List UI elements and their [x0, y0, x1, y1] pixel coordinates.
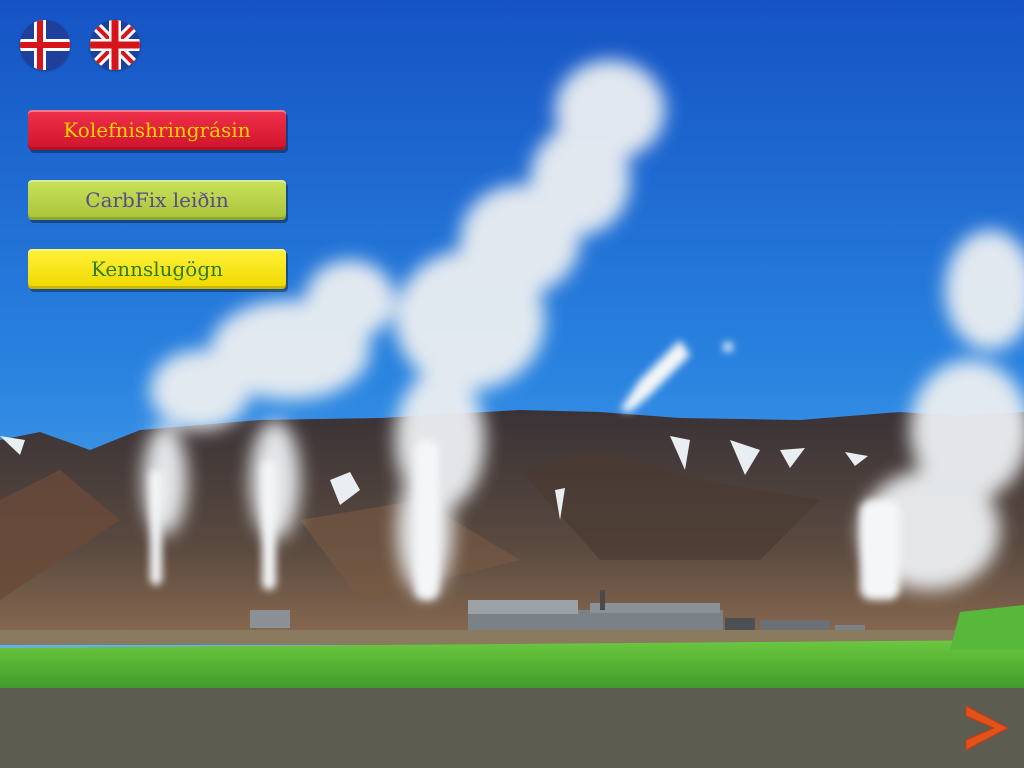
teaching-materials-label: Kennslugögn [90, 257, 224, 281]
chevron-right-icon[interactable] [962, 702, 1012, 754]
geothermal-landscape-image [0, 0, 1024, 690]
hero-background [0, 0, 1024, 690]
uk-flag-icon[interactable] [90, 20, 140, 70]
carbon-cycle-label: Kolefnishringrásin [63, 118, 251, 142]
teaching-materials-button[interactable]: Kennslugögn [28, 249, 286, 289]
carbfix-method-label: CarbFix leiðin [85, 188, 229, 212]
carbon-cycle-button[interactable]: Kolefnishringrásin [28, 110, 286, 150]
bottom-bar [0, 688, 1024, 768]
carbfix-method-button[interactable]: CarbFix leiðin [28, 180, 286, 220]
iceland-flag-icon[interactable] [20, 20, 70, 70]
